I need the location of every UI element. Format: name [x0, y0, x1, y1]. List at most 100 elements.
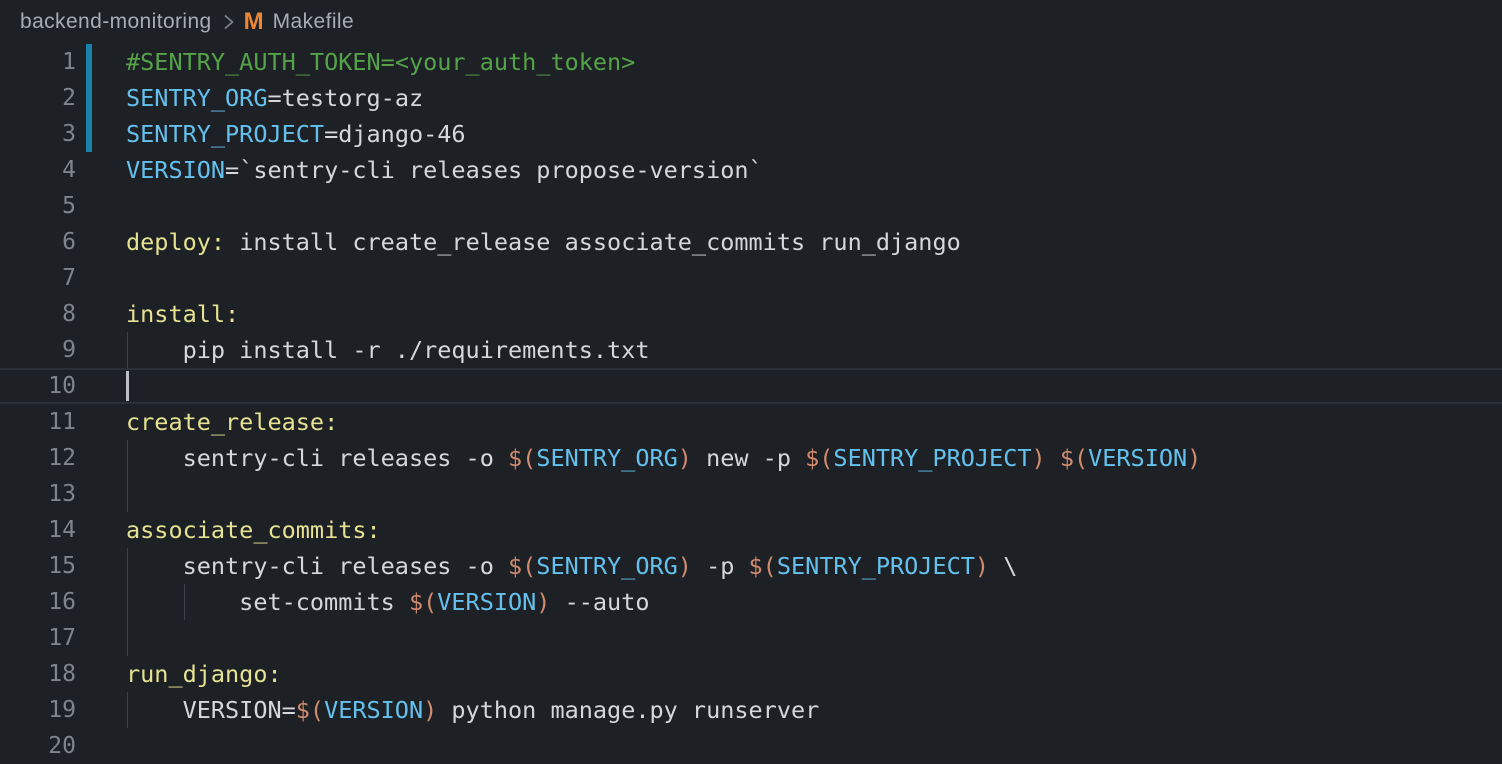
token-variable: VERSION [437, 588, 536, 616]
code-line[interactable]: 11 create_release: [0, 404, 1502, 440]
line-number: 7 [0, 260, 76, 296]
indent-guide [127, 548, 128, 584]
code-text: sentry-cli releases -o $(SENTRY_ORG) new… [126, 440, 1502, 476]
token-variable: VERSION [324, 696, 423, 724]
code-text: create_release: [126, 404, 1502, 440]
code-line[interactable]: 15sentry-cli releases -o $(SENTRY_ORG) -… [0, 548, 1502, 584]
line-number: 6 [0, 224, 76, 260]
editor-lines[interactable]: 1 #SENTRY_AUTH_TOKEN=<your_auth_token> 2SE… [0, 44, 1502, 764]
token-variable: SENTRY_PROJECT [126, 120, 324, 148]
code-text: associate_commits: [126, 512, 1502, 548]
code-line[interactable]: 7 [0, 260, 1502, 296]
code-text: pip install -r ./requirements.txt [126, 332, 1502, 368]
line-number: 12 [0, 440, 76, 476]
indent-guide [127, 620, 128, 656]
code-line[interactable]: 16 set-commits $(VERSION) --auto [0, 584, 1502, 620]
token-target: deploy: [126, 228, 225, 256]
token-plain: VERSION= [183, 696, 296, 724]
chevron-right-icon [223, 11, 235, 33]
token-comment: #SENTRY_AUTH_TOKEN=<your_auth_token> [126, 48, 635, 76]
git-modified-indicator [86, 116, 92, 152]
indent-guide [127, 332, 128, 368]
token-deref: ) [423, 696, 437, 724]
code-line[interactable]: 17 [0, 620, 1502, 656]
token-plain: install create_release associate_commits… [225, 228, 961, 256]
token-plain: =testorg-az [267, 84, 423, 112]
token-variable: SENTRY_ORG [536, 552, 677, 580]
code-text [126, 260, 1502, 296]
code-line[interactable]: 1 #SENTRY_AUTH_TOKEN=<your_auth_token> [0, 44, 1502, 80]
line-number: 8 [0, 296, 76, 332]
token-plain: -p [692, 552, 749, 580]
code-line[interactable]: 8 install: [0, 296, 1502, 332]
line-number: 5 [0, 188, 76, 224]
token-deref: $( [296, 696, 324, 724]
line-number: 4 [0, 152, 76, 188]
token-variable: SENTRY_PROJECT [833, 444, 1031, 472]
code-line[interactable]: 4 VERSION=`sentry-cli releases propose-ve… [0, 152, 1502, 188]
code-line[interactable]: 14associate_commits: [0, 512, 1502, 548]
line-number: 17 [0, 620, 76, 656]
line-number: 3 [0, 116, 76, 152]
code-line[interactable]: 12 sentry-cli releases -o $(SENTRY_ORG) n… [0, 440, 1502, 476]
token-plain: pip install -r ./requirements.txt [183, 336, 650, 364]
token-deref: ) [1187, 444, 1201, 472]
token-variable: VERSION [1088, 444, 1187, 472]
token-deref: $( [805, 444, 833, 472]
code-text [126, 620, 1502, 656]
token-variable: VERSION [126, 156, 225, 184]
git-modified-indicator [86, 44, 92, 80]
token-target: run_django: [126, 660, 282, 688]
indent-guide [184, 584, 185, 620]
token-plain: =django-46 [324, 120, 465, 148]
token-plain: new -p [692, 444, 805, 472]
token-deref: ) [536, 588, 550, 616]
code-line[interactable]: 3 SENTRY_PROJECT=django-46 [0, 116, 1502, 152]
token-deref: $( [409, 588, 437, 616]
line-number: 11 [0, 404, 76, 440]
code-line[interactable]: 19VERSION=$(VERSION) python manage.py ru… [0, 692, 1502, 728]
code-line[interactable]: 2SENTRY_ORG=testorg-az [0, 80, 1502, 116]
code-text: deploy: install create_release associate… [126, 224, 1502, 260]
token-target: create_release: [126, 408, 338, 436]
code-line[interactable]: 5 [0, 188, 1502, 224]
token-variable: SENTRY_ORG [126, 84, 267, 112]
line-number: 16 [0, 584, 76, 620]
token-plain [1046, 444, 1060, 472]
line-number: 13 [0, 476, 76, 512]
token-plain: --auto [550, 588, 649, 616]
code-line[interactable]: 13 [0, 476, 1502, 512]
token-variable: SENTRY_PROJECT [777, 552, 975, 580]
code-line[interactable]: 18run_django: [0, 656, 1502, 692]
line-number: 20 [0, 728, 76, 764]
indent-guide [127, 692, 128, 728]
token-target: install: [126, 300, 239, 328]
token-plain: sentry-cli releases -o [183, 552, 508, 580]
token-plain: sentry-cli releases -o [183, 444, 508, 472]
code-line[interactable]: 6 deploy: install create_release associat… [0, 224, 1502, 260]
token-deref: ) [975, 552, 989, 580]
token-deref: ) [678, 552, 692, 580]
git-modified-indicator [86, 80, 92, 116]
breadcrumb-file[interactable]: Makefile [273, 10, 354, 34]
code-text [126, 476, 1502, 512]
code-text [126, 368, 1502, 404]
token-deref: $( [749, 552, 777, 580]
code-text [126, 188, 1502, 224]
code-text: SENTRY_ORG=testorg-az [126, 80, 1502, 116]
line-number: 1 [0, 44, 76, 80]
breadcrumb: backend-monitoring M Makefile [0, 0, 1502, 44]
token-target: associate_commits: [126, 516, 381, 544]
code-text: set-commits $(VERSION) --auto [126, 584, 1502, 620]
token-plain: \ [989, 552, 1017, 580]
code-text: VERSION=`sentry-cli releases propose-ver… [126, 152, 1502, 188]
line-number: 10 [0, 368, 76, 404]
indent-guide [127, 476, 128, 512]
code-text: #SENTRY_AUTH_TOKEN=<your_auth_token> [126, 44, 1502, 80]
token-deref: $( [508, 444, 536, 472]
code-line[interactable]: 9pip install -r ./requirements.txt [0, 332, 1502, 368]
breadcrumb-folder[interactable]: backend-monitoring [20, 10, 212, 34]
code-line[interactable]: 10 [0, 368, 1502, 404]
code-text: VERSION=$(VERSION) python manage.py runs… [126, 692, 1502, 728]
code-line[interactable]: 20 [0, 728, 1502, 764]
